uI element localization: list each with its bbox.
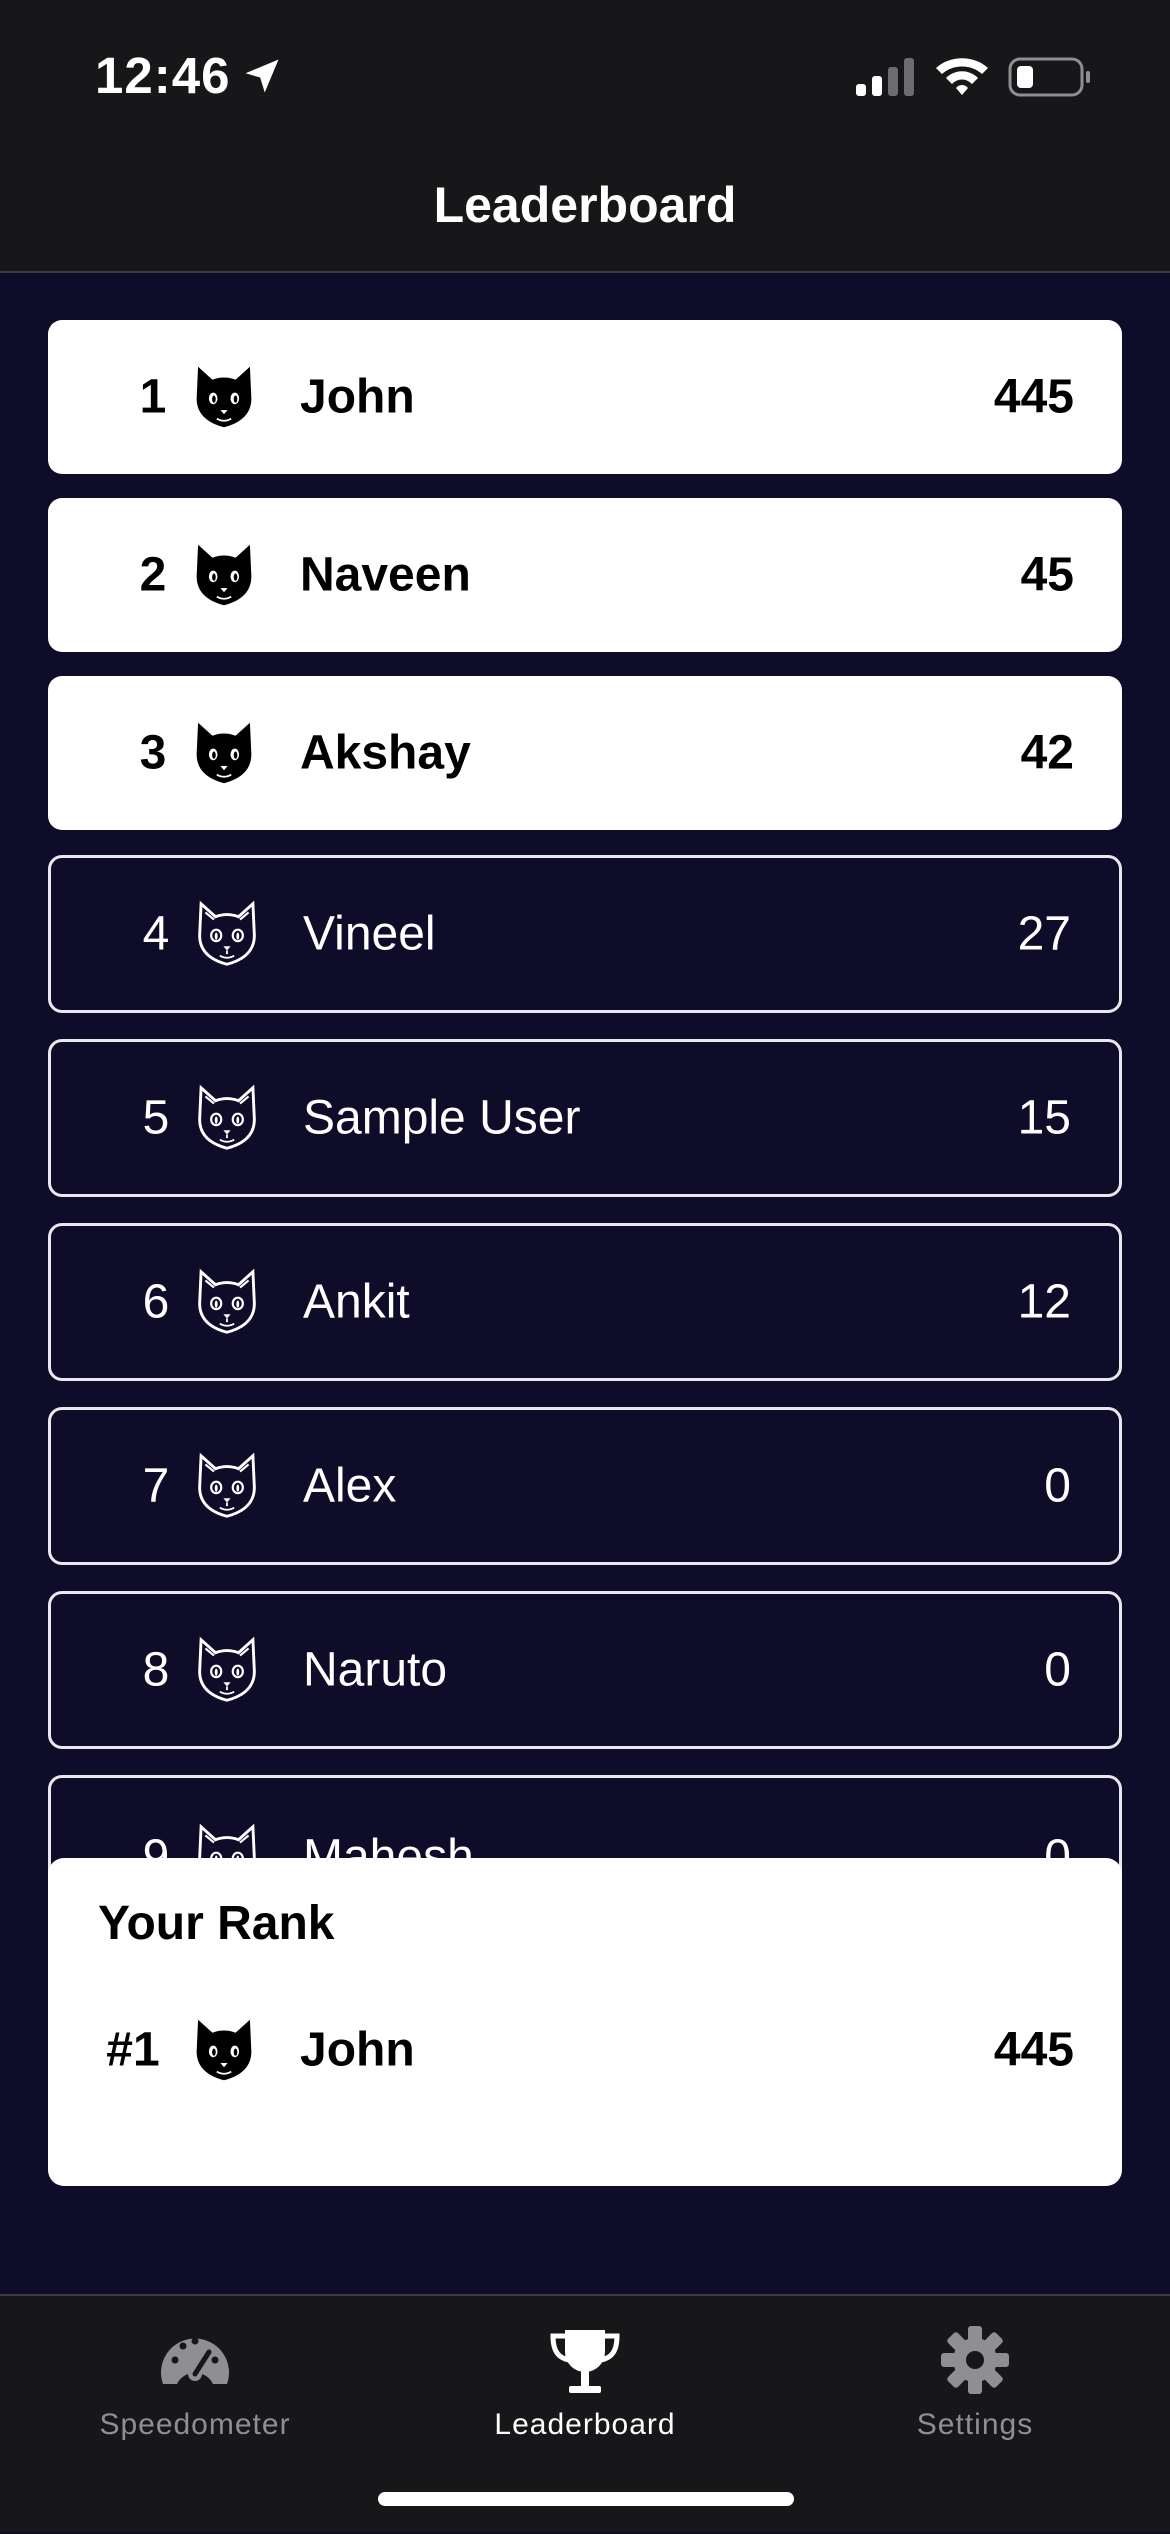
leaderboard-row[interactable]: 5 Sample User 15 [48,1039,1122,1197]
cat-avatar-icon [188,2014,260,2086]
leaderboard-row[interactable]: 1 John 445 [48,320,1122,474]
cat-avatar-icon [191,898,263,970]
cat-avatar-icon [191,1082,263,1154]
row-name: Alex [303,1459,397,1513]
home-indicator[interactable] [378,2492,794,2506]
cellular-signal-icon [856,58,914,96]
row-rank: 2 [139,548,167,602]
speedometer-icon [161,2337,229,2384]
row-score: 12 [1017,1275,1071,1329]
your-rank-score: 445 [993,2023,1074,2077]
row-score: 27 [1017,907,1071,961]
row-rank: 1 [139,370,167,424]
row-rank: 7 [142,1459,170,1513]
row-score: 0 [1044,1643,1071,1697]
cat-avatar-icon [188,717,260,789]
row-name: Vineel [303,907,436,961]
row-rank: 4 [142,907,170,961]
leaderboard-row[interactable]: 8 Naruto 0 [48,1591,1122,1749]
tab-settings[interactable]: Settings [780,2296,1170,2534]
cat-avatar-icon [191,1634,263,1706]
row-name: Naruto [303,1643,448,1697]
status-time: 12:46 [95,47,231,104]
your-rank-card: Your Rank #1 John 445 [48,1858,1122,2186]
cat-avatar-icon [191,1450,263,1522]
row-name: Naveen [300,548,471,602]
row-rank: 8 [142,1643,170,1697]
leaderboard-row[interactable]: 3 Akshay 42 [48,676,1122,830]
location-arrow-icon [245,59,279,93]
leaderboard-row[interactable]: 2 Naveen 45 [48,498,1122,652]
row-name: Sample User [303,1091,581,1145]
battery-icon [1008,57,1090,97]
row-rank: 3 [139,726,167,780]
cat-avatar-icon [188,361,260,433]
cat-avatar-icon [191,1266,263,1338]
page-title: Leaderboard [433,177,737,233]
row-name: Ankit [303,1275,410,1329]
row-rank: 5 [142,1091,170,1145]
row-score: 445 [993,370,1074,424]
trophy-icon [550,2330,620,2393]
your-rank-name: John [300,2023,415,2077]
nav-header: Leaderboard [0,140,1170,273]
tab-label: Leaderboard [494,2408,676,2441]
wifi-icon [936,58,988,95]
row-score: 15 [1017,1091,1071,1145]
row-score: 42 [1020,726,1074,780]
tab-label: Speedometer [99,2408,291,2441]
row-name: John [300,370,415,424]
row-score: 45 [1020,548,1074,602]
leaderboard-row[interactable]: 6 Ankit 12 [48,1223,1122,1381]
cat-avatar-icon [188,539,260,611]
your-rank-title: Your Rank [98,1897,335,1950]
status-bar: 12:46 [0,0,1170,140]
row-score: 0 [1044,1459,1071,1513]
leaderboard-row[interactable]: 7 Alex 0 [48,1407,1122,1565]
tab-label: Settings [916,2408,1034,2441]
gear-icon [941,2326,1009,2394]
your-rank-position: #1 [106,2023,160,2077]
leaderboard-row[interactable]: 4 Vineel 27 [48,855,1122,1013]
row-rank: 6 [142,1275,170,1329]
row-name: Akshay [300,726,471,780]
tab-speedometer[interactable]: Speedometer [0,2296,390,2534]
